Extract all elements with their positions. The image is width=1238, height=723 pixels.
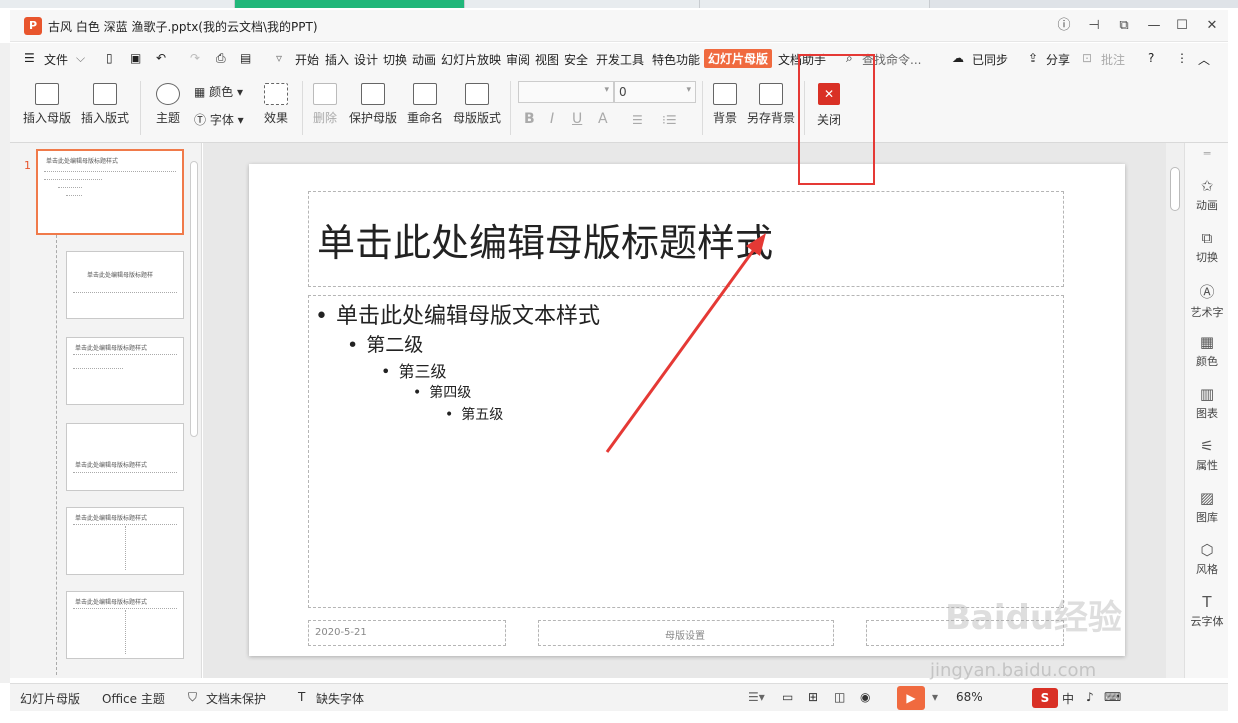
watermark-url: jingyan.baidu.com xyxy=(930,660,1097,681)
arrow-head xyxy=(746,233,766,256)
arrow-shaft xyxy=(605,243,760,453)
watermark-brand: Baidu经验 xyxy=(945,598,1123,638)
